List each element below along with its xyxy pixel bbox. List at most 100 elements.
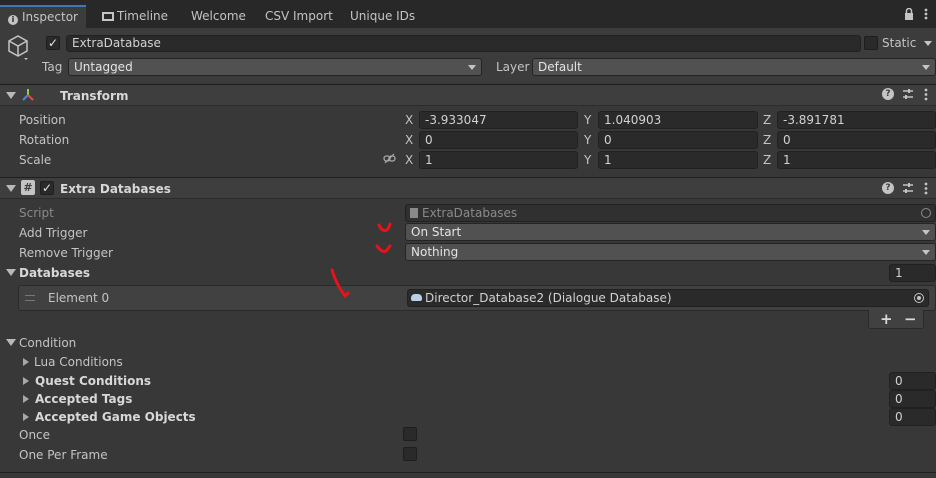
axis-x-label[interactable]: X [405,153,413,167]
tab-timeline[interactable]: Timeline [94,5,176,28]
transform-title: Transform [60,89,129,103]
element-0-value: Director_Database2 (Dialogue Database) [425,291,672,305]
remove-trigger-dropdown[interactable]: Nothing [405,243,936,261]
accepted-tags-size-input[interactable]: 0 [889,390,936,408]
add-trigger-label: Add Trigger [19,226,88,240]
csharp-script-icon: # [21,180,35,195]
rotation-x-input[interactable]: 0 [419,131,578,149]
quest-conditions-size-input[interactable]: 0 [889,372,936,390]
scale-y-input[interactable]: 1 [598,151,758,169]
more-menu-icon[interactable] [924,7,928,21]
tab-unique-ids[interactable]: Unique IDs [342,5,423,28]
checkmark-icon: ✓ [41,181,53,195]
tab-csv-import[interactable]: CSV Import [257,5,341,28]
info-icon: i [8,15,18,25]
tab-label: CSV Import [265,9,333,23]
drag-handle-icon[interactable] [25,295,35,301]
condition-label: Condition [19,336,77,350]
gameobject-name-input[interactable]: ExtraDatabase [66,35,861,52]
layer-label: Layer [496,60,530,74]
annotation-arrow [330,268,350,299]
presets-icon[interactable] [902,182,914,194]
help-icon[interactable]: ? [882,182,894,194]
layer-dropdown[interactable]: Default [532,58,936,76]
tab-inspector[interactable]: i Inspector [0,5,86,28]
script-value: ExtraDatabases [422,206,518,220]
quest-conditions-foldout-icon[interactable] [23,377,29,385]
help-icon[interactable]: ? [882,88,894,100]
add-element-button[interactable]: + [880,310,893,328]
foldout-arrow-icon[interactable] [6,92,16,99]
film-icon [102,12,114,21]
foldout-arrow-icon[interactable] [6,185,16,192]
gameobject-active-checkbox[interactable]: ✓ [46,36,60,50]
axis-z-label[interactable]: Z [763,153,771,167]
accepted-game-objects-label: Accepted Game Objects [35,410,196,424]
script-field[interactable]: ExtraDatabases [405,204,936,222]
axis-y-label[interactable]: Y [584,153,591,167]
position-label: Position [19,113,66,127]
lock-icon[interactable] [904,7,914,20]
axis-y-label[interactable]: Y [584,113,591,127]
static-dropdown-icon[interactable] [924,41,932,46]
chevron-down-icon [922,250,930,255]
object-picker-icon[interactable] [921,208,931,218]
one-per-frame-label: One Per Frame [19,448,108,462]
add-trigger-dropdown[interactable]: On Start [405,223,936,241]
rotation-z-input[interactable]: 0 [777,131,936,149]
position-z-input[interactable]: -3.891781 [777,111,936,129]
accepted-tags-foldout-icon[interactable] [23,395,29,403]
one-per-frame-checkbox[interactable] [403,447,417,461]
dialogue-database-icon [411,294,422,301]
once-checkbox[interactable] [403,427,417,441]
rotation-y-input[interactable]: 0 [598,131,758,149]
extra-databases-enabled-checkbox[interactable]: ✓ [40,181,54,195]
tab-label: Unique IDs [350,9,416,23]
add-trigger-value: On Start [411,225,462,239]
axis-z-label[interactable]: Z [763,113,771,127]
remove-element-button[interactable]: − [904,310,917,328]
annotation-mark [375,244,392,253]
tab-bar: i Inspector Timeline Welcome CSV Import U… [0,0,936,28]
once-label: Once [19,428,51,442]
tag-label: Tag [42,60,63,74]
databases-size-input[interactable]: 1 [889,264,936,282]
tag-dropdown[interactable]: Untagged [68,58,482,76]
tab-label: Inspector [22,10,78,24]
tab-label: Welcome [191,9,246,23]
bottom-divider [0,472,936,473]
chevron-down-icon [922,65,930,70]
condition-foldout-icon[interactable] [6,339,16,346]
axis-x-label[interactable]: X [405,113,413,127]
position-y-input[interactable]: 1.040903 [598,111,758,129]
annotation-mark [330,268,350,299]
static-label: Static [882,36,917,50]
axis-y-label[interactable]: Y [584,133,591,147]
annotation-mark [377,222,392,232]
axis-z-label[interactable]: Z [763,133,771,147]
script-file-icon [410,208,418,218]
extra-databases-title: Extra Databases [60,182,171,196]
accepted-game-objects-size-input[interactable]: 0 [889,408,936,426]
scale-x-input[interactable]: 1 [419,151,578,169]
constrain-proportions-icon[interactable] [383,153,396,164]
lua-conditions-label: Lua Conditions [34,355,123,369]
component-menu-icon[interactable] [924,182,928,195]
axis-x-label[interactable]: X [405,133,413,147]
scale-z-input[interactable]: 1 [777,151,936,169]
transform-header[interactable] [0,84,936,106]
tag-value: Untagged [74,60,133,74]
databases-foldout-icon[interactable] [6,269,16,276]
static-checkbox[interactable] [864,36,878,50]
accepted-game-objects-foldout-icon[interactable] [23,413,29,421]
presets-icon[interactable] [902,88,914,100]
tab-welcome[interactable]: Welcome [183,5,254,28]
position-x-input[interactable]: -3.933047 [419,111,578,129]
lua-conditions-foldout-icon[interactable] [23,358,29,366]
element-0-object-field[interactable]: Director_Database2 (Dialogue Database) [407,289,929,307]
layer-value: Default [538,60,582,74]
databases-label: Databases [19,266,91,280]
component-menu-icon[interactable] [924,88,928,101]
gameobject-cube-icon[interactable] [6,34,30,60]
object-picker-icon[interactable] [914,293,924,303]
